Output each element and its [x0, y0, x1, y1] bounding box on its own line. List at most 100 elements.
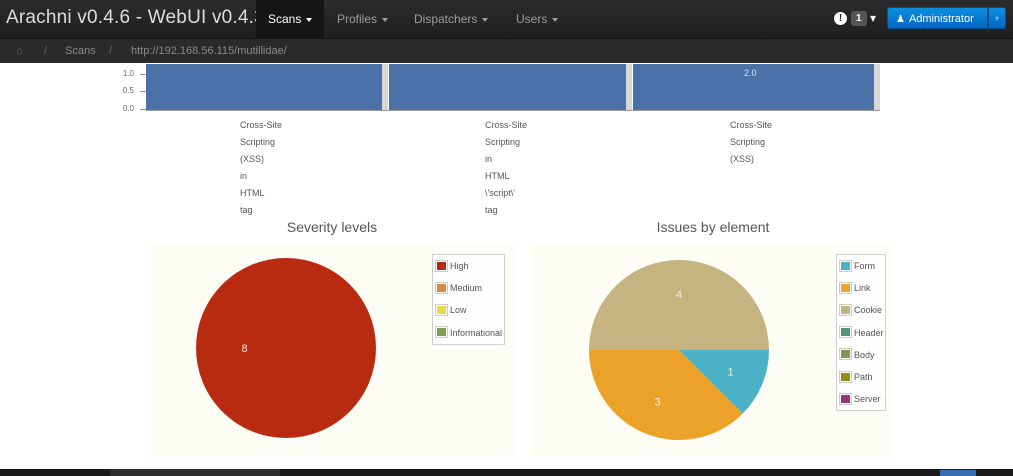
category-line: in	[240, 171, 248, 181]
user-icon: ♟	[896, 14, 905, 25]
legend-item-header[interactable]: Header	[837, 322, 885, 344]
bar-divider	[382, 64, 388, 110]
legend-swatch	[435, 259, 448, 272]
exclamation-circle-icon[interactable]: !	[834, 12, 847, 25]
nav-scans-menu[interactable]: Scans	[256, 0, 325, 38]
nav-users-label: Users	[516, 12, 548, 26]
legend-label: Cookie	[854, 305, 883, 316]
chart-bar[interactable]	[146, 64, 382, 110]
legend-item-low[interactable]: Low	[433, 299, 504, 321]
category-line: Cross-Site	[240, 120, 283, 130]
legend-swatch	[435, 281, 448, 294]
breadcrumb-separator: /	[44, 45, 48, 57]
legend-swatch	[839, 259, 852, 272]
nav-dispatchers-menu[interactable]: Dispatchers	[402, 0, 500, 38]
legend-label: Server	[854, 394, 881, 405]
administrator-button[interactable]: ♟ Administrator	[887, 7, 988, 29]
legend-item-body[interactable]: Body	[837, 344, 885, 366]
category-line: (XSS)	[240, 154, 265, 164]
administrator-label: Administrator	[908, 13, 974, 25]
category-line: Scripting	[485, 137, 521, 147]
chevron-down-icon	[482, 17, 489, 22]
legend-swatch	[839, 304, 852, 316]
legend-label: Informational	[450, 327, 503, 338]
notification-count-badge[interactable]: 1	[851, 11, 867, 26]
chevron-down-icon	[306, 17, 313, 22]
breadcrumb-separator: /	[109, 45, 113, 57]
bottom-bar-button[interactable]	[940, 470, 976, 476]
legend-label: High	[450, 261, 469, 271]
legend-label: Body	[854, 349, 875, 360]
pie-slice-value-label: 1	[727, 366, 733, 378]
category-line: tag	[485, 205, 498, 215]
category-line: HTML	[240, 188, 265, 198]
chevron-down-icon	[552, 17, 559, 22]
severity-legend: High Medium Low Informational	[432, 254, 505, 345]
bar-value-label: 2.0	[744, 68, 757, 78]
notifications-chevron-down-icon[interactable]: ▾	[870, 11, 876, 25]
pie-slice-high[interactable]	[196, 258, 376, 438]
legend-label: Link	[854, 283, 871, 294]
breadcrumb-scans-link[interactable]: Scans	[65, 39, 96, 63]
category-line: tag	[240, 205, 253, 215]
breadcrumb-scan-url: http://192.168.56.115/mutillidae/	[131, 45, 287, 57]
category-line: in	[485, 154, 493, 164]
x-category-label: Cross-Site Scripting (XSS) in HTML tag	[240, 117, 282, 219]
element-chart-title: Issues by element	[656, 219, 770, 235]
pie-slice-value-label: 8	[242, 343, 248, 355]
legend-item-high[interactable]: High	[433, 255, 504, 277]
severity-pie-panel: 8 High Medium Low Informational	[150, 242, 514, 458]
legend-swatch	[839, 281, 852, 294]
nav-profiles-menu[interactable]: Profiles	[325, 0, 400, 38]
legend-label: Form	[854, 261, 875, 271]
home-icon[interactable]: ⌂	[16, 39, 23, 63]
nav-profiles-label: Profiles	[337, 12, 378, 26]
nav-users-menu[interactable]: Users	[504, 0, 570, 38]
legend-swatch	[839, 348, 852, 361]
chart-bar[interactable]	[389, 64, 626, 110]
element-pie-panel: 1 3 4 Form Link Cookie Header Body Path Se…	[530, 242, 894, 458]
x-axis-line	[146, 110, 880, 111]
legend-label: Path	[854, 371, 873, 382]
category-line: Cross-Site	[485, 120, 528, 130]
top-navbar: Arachni v0.4.6 - WebUI v0.4.3 Scans Prof…	[0, 0, 1013, 39]
legend-label: Medium	[450, 283, 483, 294]
y-tick-label: 0.5	[122, 86, 134, 95]
nav-dispatchers-label: Dispatchers	[414, 12, 478, 26]
legend-label: Low	[450, 305, 467, 316]
legend-label: Header	[854, 327, 884, 338]
x-category-label: Cross-Site Scripting in HTML \'script\' …	[485, 117, 527, 219]
breadcrumb: ⌂ / Scans / http://192.168.56.115/mutill…	[0, 39, 1013, 63]
legend-item-medium[interactable]: Medium	[433, 277, 504, 299]
bottom-bar	[0, 469, 1013, 476]
bar-divider	[626, 64, 632, 110]
legend-item-path[interactable]: Path	[837, 366, 885, 388]
chevron-down-icon: ▾	[994, 14, 999, 23]
legend-item-server[interactable]: Server	[837, 388, 885, 410]
nav-scans-label: Scans	[268, 12, 302, 26]
legend-item-link[interactable]: Link	[837, 277, 885, 299]
legend-item-informational[interactable]: Informational	[433, 322, 504, 344]
legend-swatch	[839, 392, 852, 405]
category-line: Scripting	[240, 137, 276, 147]
pie-slice-value-label: 3	[655, 397, 661, 409]
pie-slice-value-label: 4	[676, 289, 682, 301]
legend-swatch	[435, 304, 448, 316]
y-tick-label: 0.0	[122, 104, 134, 113]
element-legend: Form Link Cookie Header Body Path Server	[836, 254, 886, 412]
app-brand[interactable]: Arachni v0.4.6 - WebUI v0.4.3	[6, 7, 265, 29]
y-tick-label: 1.0	[122, 69, 134, 78]
legend-swatch	[839, 370, 852, 383]
legend-swatch	[839, 326, 852, 339]
legend-item-cookie[interactable]: Cookie	[837, 299, 885, 321]
pie-slice-cookie[interactable]	[589, 260, 769, 350]
chevron-down-icon	[382, 17, 389, 22]
bottom-bar-segment	[110, 469, 280, 476]
legend-swatch	[435, 326, 448, 339]
administrator-dropdown-toggle[interactable]: ▾	[988, 7, 1006, 29]
category-line: (XSS)	[730, 154, 755, 164]
category-line: Scripting	[730, 137, 766, 147]
category-line: \'script\'	[485, 188, 515, 198]
severity-chart-title: Severity levels	[286, 219, 378, 235]
legend-item-form[interactable]: Form	[837, 255, 885, 277]
